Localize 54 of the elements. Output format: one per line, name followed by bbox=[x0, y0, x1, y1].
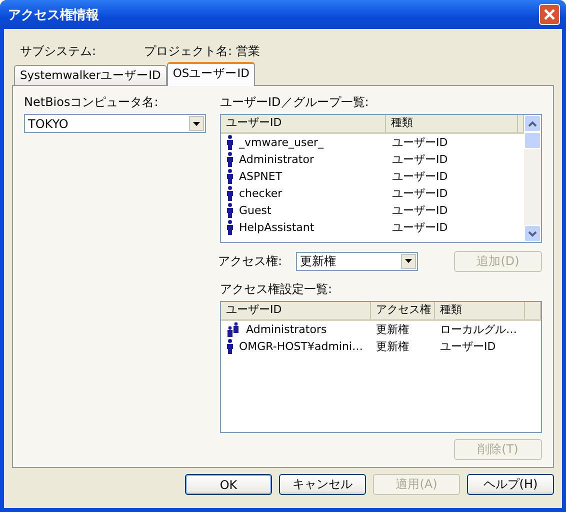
type-cell-text: ユーザーID bbox=[391, 169, 449, 184]
close-button[interactable] bbox=[539, 4, 560, 25]
settings-list-label: アクセス権設定一覧: bbox=[220, 281, 334, 297]
tab[interactable]: OSユーザーID bbox=[166, 62, 256, 86]
column-header[interactable]: アクセス権 bbox=[371, 302, 435, 319]
dialog-button[interactable]: OK bbox=[185, 474, 272, 495]
user-name: checker bbox=[239, 187, 282, 200]
dialog-button[interactable]: キャンセル bbox=[279, 474, 366, 495]
user-name: OMGR-HOST¥admini… bbox=[239, 340, 363, 353]
access-cell-text: 更新権 bbox=[375, 322, 410, 337]
scroll-thumb[interactable] bbox=[524, 132, 541, 149]
scroll-down-icon bbox=[528, 230, 537, 236]
type-cell-text: ローカルグル… bbox=[439, 322, 518, 337]
user-list[interactable]: ユーザーID 種類 _vmware_user_ ユーザーID Administrator ユーザーID ASPNET ユーザーID checker ユーザーID Guest ユーザーID HelpAssistant ユーザーID bbox=[220, 114, 542, 243]
person-icon bbox=[226, 203, 234, 218]
type-cell-text: ユーザーID bbox=[391, 203, 449, 218]
subsystem-label: サブシステム: bbox=[19, 42, 98, 60]
user-name: Administrators bbox=[246, 323, 327, 336]
person-icon bbox=[226, 135, 234, 150]
netbios-label: NetBiosコンピュータ名: bbox=[24, 94, 160, 110]
column-header[interactable]: ユーザーID bbox=[221, 115, 386, 132]
user-name: ASPNET bbox=[239, 170, 282, 183]
access-dropdown[interactable]: 更新権 bbox=[296, 252, 418, 270]
project-value: 営業 bbox=[236, 42, 260, 60]
netbios-dropdown[interactable]: TOKYO bbox=[24, 114, 206, 133]
type-cell-text: ユーザーID bbox=[391, 186, 449, 201]
person-icon bbox=[226, 152, 234, 167]
close-icon bbox=[543, 8, 556, 21]
user-name: HelpAssistant bbox=[239, 221, 314, 234]
scroll-up-icon bbox=[528, 120, 537, 126]
tab[interactable]: SystemwalkerユーザーID bbox=[14, 65, 167, 85]
people-icon bbox=[226, 322, 241, 337]
user-name: _vmware_user_ bbox=[239, 136, 324, 149]
type-cell-text: ユーザーID bbox=[439, 339, 497, 354]
column-header[interactable]: 種類 bbox=[435, 302, 525, 319]
column-header[interactable]: ユーザーID bbox=[221, 302, 371, 319]
person-icon bbox=[226, 186, 234, 201]
dialog-button[interactable]: ヘルプ(H) bbox=[467, 474, 554, 495]
column-header[interactable]: 種類 bbox=[386, 115, 518, 132]
access-settings-list[interactable]: ユーザーID アクセス権 種類 Administrators 更新権 ローカルグル… OMGR-HOST¥admini… 更新権 ユーザーID bbox=[220, 301, 542, 433]
access-label: アクセス権: bbox=[218, 252, 284, 270]
person-icon bbox=[226, 339, 234, 354]
window-title: アクセス権情報 bbox=[8, 6, 99, 24]
user-name: Administrator bbox=[239, 153, 314, 166]
scrollbar[interactable] bbox=[524, 115, 541, 242]
type-cell-text: ユーザーID bbox=[391, 152, 449, 167]
type-cell-text: ユーザーID bbox=[391, 220, 449, 235]
person-icon bbox=[226, 169, 234, 184]
project-label: プロジェクト名: bbox=[144, 42, 234, 60]
type-cell-text: ユーザーID bbox=[391, 135, 449, 150]
person-icon bbox=[226, 220, 234, 235]
access-cell-text: 更新権 bbox=[375, 339, 410, 354]
user-list-label: ユーザーID／グループ一覧: bbox=[220, 94, 370, 110]
user-name: Guest bbox=[239, 204, 272, 217]
